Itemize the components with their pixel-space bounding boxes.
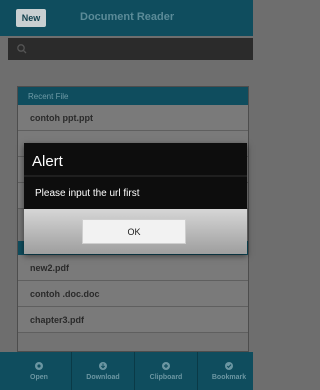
search-bar[interactable]	[8, 38, 253, 60]
bookmark-icon	[225, 362, 233, 370]
tab-bookmark[interactable]: Bookmark	[197, 352, 260, 390]
bottom-nav: Open Download Clipboard Bookmark	[0, 352, 253, 390]
tab-clipboard[interactable]: Clipboard	[134, 352, 197, 390]
new-button[interactable]: New	[16, 9, 46, 27]
tab-download[interactable]: Download	[71, 352, 134, 390]
tab-open[interactable]: Open	[8, 352, 70, 390]
tab-bookmark-label: Bookmark	[211, 374, 247, 381]
dialog-footer: OK	[24, 209, 247, 254]
tab-clipboard-label: Clipboard	[149, 374, 183, 381]
top-app-bar: New Document Reader	[0, 0, 253, 36]
clipboard-icon	[162, 362, 170, 370]
recent-file-item[interactable]: new2.pdf	[18, 255, 248, 281]
recent-files-header: Recent File	[18, 87, 248, 105]
tab-download-label: Download	[86, 374, 120, 381]
recent-file-item[interactable]: chapter3.pdf	[18, 307, 248, 333]
app-title: Document Reader	[80, 11, 175, 23]
dialog-message: Please input the url first	[35, 188, 140, 199]
download-icon	[99, 362, 107, 370]
open-icon	[35, 362, 43, 370]
search-icon	[17, 44, 27, 54]
ok-button[interactable]: OK	[82, 219, 186, 244]
alert-dialog: Alert Please input the url first OK	[24, 143, 247, 254]
dialog-divider	[24, 175, 247, 177]
dialog-title: Alert	[32, 153, 63, 170]
recent-file-item[interactable]: contoh ppt.ppt	[18, 105, 248, 131]
recent-file-item[interactable]: contoh .doc.doc	[18, 281, 248, 307]
tab-open-label: Open	[30, 374, 48, 381]
